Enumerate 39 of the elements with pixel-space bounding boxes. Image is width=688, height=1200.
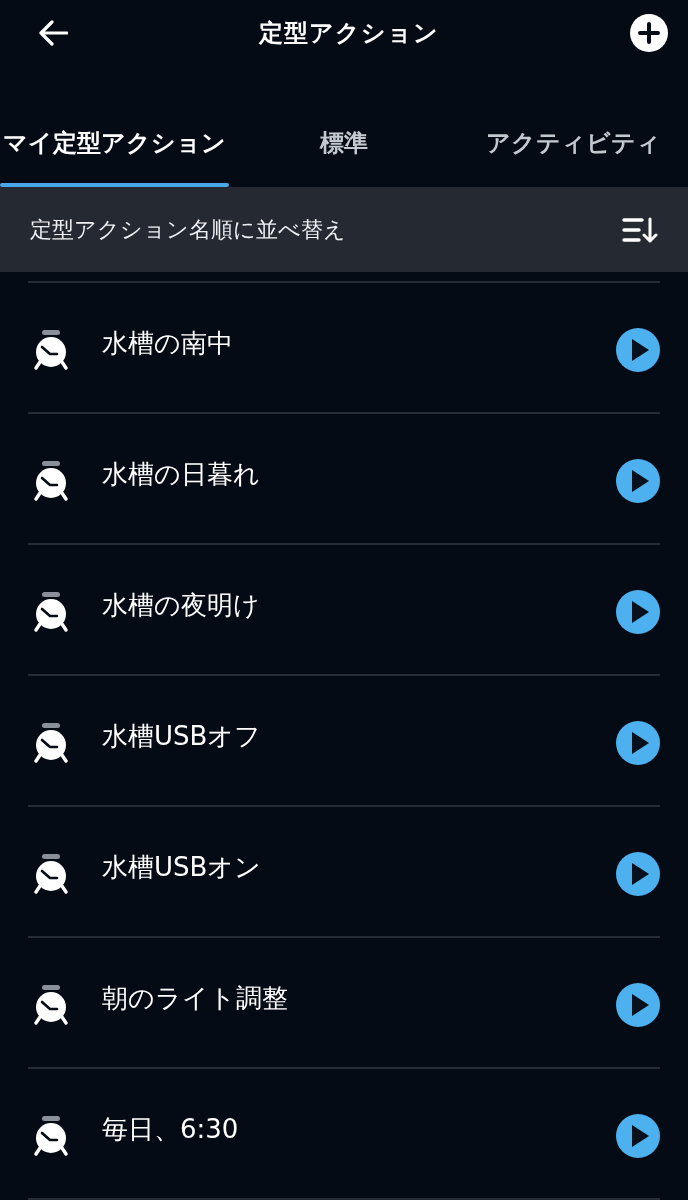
plus-icon (630, 13, 668, 52)
routine-name[interactable]: 水槽の日暮れ (102, 454, 616, 494)
play-icon (616, 1114, 660, 1158)
routine-name[interactable]: 水槽の夜明け (102, 585, 616, 625)
sort-button[interactable] (622, 215, 658, 244)
routine-name[interactable]: 水槽USBオン (102, 847, 616, 887)
alarm-clock-icon (33, 723, 69, 763)
play-button[interactable] (616, 852, 660, 896)
tab[interactable]: アクティビティ (458, 65, 688, 187)
routine-name[interactable]: 水槽の南中 (102, 323, 616, 363)
routine-name[interactable]: 水槽USBオフ (102, 716, 616, 756)
play-icon (616, 983, 660, 1027)
routine-name[interactable]: 毎日、6:30 (102, 1109, 616, 1149)
play-button[interactable] (616, 721, 660, 765)
alarm-clock-icon (33, 854, 69, 894)
play-button[interactable] (616, 459, 660, 503)
back-arrow-icon (38, 19, 68, 46)
play-button[interactable] (616, 983, 660, 1027)
play-button[interactable] (616, 328, 660, 372)
play-button[interactable] (616, 1114, 660, 1158)
play-icon (616, 852, 660, 896)
alarm-clock-icon (33, 985, 69, 1025)
play-button[interactable] (616, 590, 660, 634)
back-button[interactable] (38, 19, 68, 46)
tab[interactable]: 標準 (229, 65, 459, 187)
alarm-clock-icon (33, 592, 69, 632)
alarm-clock-icon (33, 461, 69, 501)
play-icon (616, 590, 660, 634)
alarm-clock-icon (33, 330, 69, 370)
play-icon (616, 328, 660, 372)
alarm-clock-icon (33, 1116, 69, 1156)
routine-name[interactable]: 朝のライト調整 (102, 978, 616, 1018)
screen-title: 定型アクション (259, 17, 439, 49)
tab[interactable]: マイ定型アクション (0, 65, 230, 187)
add-button[interactable] (630, 13, 668, 52)
sort-descending-icon (622, 215, 658, 244)
play-icon (616, 459, 660, 503)
sort-label: 定型アクション名順に並べ替え (30, 216, 346, 244)
play-icon (616, 721, 660, 765)
